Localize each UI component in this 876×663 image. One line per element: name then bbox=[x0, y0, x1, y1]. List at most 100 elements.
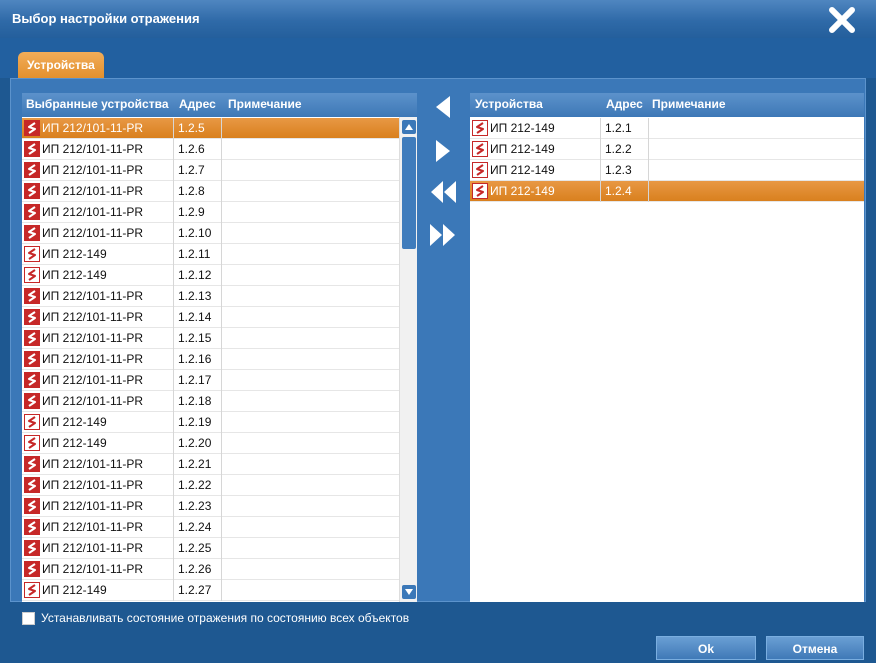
ok-button[interactable]: Ok bbox=[656, 636, 756, 660]
table-row[interactable]: ИП 212/101-11-PR 1.2.26 bbox=[22, 559, 417, 580]
move-left-icon[interactable] bbox=[428, 92, 458, 122]
table-row[interactable]: ИП 212/101-11-PR 1.2.17 bbox=[22, 370, 417, 391]
table-row[interactable]: ИП 212/101-11-PR 1.2.6 bbox=[22, 139, 417, 160]
device-address: 1.2.27 bbox=[173, 580, 221, 601]
device-name: ИП 212-149 bbox=[42, 583, 107, 597]
device-red-icon bbox=[24, 498, 40, 514]
table-row[interactable]: ИП 212-149 1.2.12 bbox=[22, 265, 417, 286]
device-name-cell: ИП 212-149 bbox=[22, 433, 173, 454]
table-row[interactable]: ИП 212-149 1.2.2 bbox=[470, 139, 864, 160]
table-row[interactable]: ИП 212/101-11-PR 1.2.25 bbox=[22, 538, 417, 559]
move-all-right-icon[interactable] bbox=[428, 220, 458, 250]
window-title: Выбор настройки отражения bbox=[12, 11, 200, 26]
device-name-cell: ИП 212/101-11-PR bbox=[22, 454, 173, 475]
device-red-icon bbox=[24, 372, 40, 388]
table-row[interactable]: ИП 212-149 1.2.19 bbox=[22, 412, 417, 433]
scroll-up-icon[interactable] bbox=[402, 120, 416, 134]
table-row[interactable]: ИП 212/101-11-PR 1.2.16 bbox=[22, 349, 417, 370]
cancel-button[interactable]: Отмена bbox=[766, 636, 864, 660]
device-note bbox=[221, 328, 417, 349]
device-name-cell: ИП 212/101-11-PR bbox=[22, 223, 173, 244]
device-note bbox=[221, 433, 417, 454]
table-row[interactable]: ИП 212/101-11-PR 1.2.8 bbox=[22, 181, 417, 202]
left-device-list[interactable]: ИП 212/101-11-PR 1.2.5 ИП 212/101-11-PR 1.2… bbox=[22, 117, 417, 602]
left-scrollbar[interactable] bbox=[399, 117, 417, 602]
device-address: 1.2.19 bbox=[173, 412, 221, 433]
device-address: 1.2.25 bbox=[173, 538, 221, 559]
device-name: ИП 212-149 bbox=[42, 415, 107, 429]
device-name-cell: ИП 212/101-11-PR bbox=[22, 160, 173, 181]
device-address: 1.2.6 bbox=[173, 139, 221, 160]
column-header-note[interactable]: Примечание bbox=[652, 93, 726, 116]
table-row[interactable]: ИП 212/101-11-PR 1.2.23 bbox=[22, 496, 417, 517]
device-red-icon bbox=[24, 183, 40, 199]
table-row[interactable]: ИП 212/101-11-PR 1.2.10 bbox=[22, 223, 417, 244]
column-header-devices[interactable]: Устройства bbox=[475, 93, 543, 116]
device-name-cell: ИП 212/101-11-PR bbox=[22, 391, 173, 412]
column-header-address[interactable]: Адрес bbox=[606, 93, 643, 116]
scroll-down-icon[interactable] bbox=[402, 585, 416, 599]
table-row[interactable]: ИП 212/101-11-PR 1.2.22 bbox=[22, 475, 417, 496]
table-row[interactable]: ИП 212/101-11-PR 1.2.5 bbox=[22, 118, 417, 139]
device-red-icon bbox=[24, 351, 40, 367]
device-note bbox=[221, 538, 417, 559]
table-row[interactable]: ИП 212/101-11-PR 1.2.15 bbox=[22, 328, 417, 349]
device-red-icon bbox=[24, 162, 40, 178]
move-right-icon[interactable] bbox=[428, 136, 458, 166]
table-row[interactable]: ИП 212/101-11-PR 1.2.24 bbox=[22, 517, 417, 538]
close-icon[interactable] bbox=[827, 6, 857, 34]
device-name: ИП 212/101-11-PR bbox=[42, 289, 144, 303]
right-table-header: Устройства Адрес Примечание bbox=[470, 93, 864, 116]
device-red-icon bbox=[24, 141, 40, 157]
device-note bbox=[221, 580, 417, 601]
move-all-left-icon[interactable] bbox=[428, 177, 458, 207]
device-note bbox=[648, 160, 864, 181]
column-header-note[interactable]: Примечание bbox=[228, 93, 302, 116]
column-header-selected-devices[interactable]: Выбранные устройства bbox=[26, 93, 169, 116]
device-note bbox=[221, 181, 417, 202]
device-address: 1.2.7 bbox=[173, 160, 221, 181]
device-address: 1.2.20 bbox=[173, 433, 221, 454]
table-row[interactable]: ИП 212/101-11-PR 1.2.13 bbox=[22, 286, 417, 307]
table-row[interactable]: ИП 212-149 1.2.3 bbox=[470, 160, 864, 181]
device-name: ИП 212/101-11-PR bbox=[42, 142, 144, 156]
device-name: ИП 212/101-11-PR bbox=[42, 541, 144, 555]
device-red-icon bbox=[24, 540, 40, 556]
device-address: 1.2.1 bbox=[600, 118, 648, 139]
table-row[interactable]: ИП 212-149 1.2.20 bbox=[22, 433, 417, 454]
device-outline-icon bbox=[24, 435, 40, 451]
device-name-cell: ИП 212/101-11-PR bbox=[22, 496, 173, 517]
device-note bbox=[221, 160, 417, 181]
device-outline-icon bbox=[472, 162, 488, 178]
device-address: 1.2.4 bbox=[600, 181, 648, 202]
scroll-thumb[interactable] bbox=[402, 137, 416, 249]
column-header-address[interactable]: Адрес bbox=[179, 93, 216, 116]
table-row[interactable]: ИП 212-149 1.2.4 bbox=[470, 181, 864, 202]
device-red-icon bbox=[24, 561, 40, 577]
right-device-list[interactable]: ИП 212-149 1.2.1 ИП 212-149 1.2.2 ИП 212-149… bbox=[470, 117, 864, 602]
device-address: 1.2.11 bbox=[173, 244, 221, 265]
device-address: 1.2.12 bbox=[173, 265, 221, 286]
device-name-cell: ИП 212/101-11-PR bbox=[22, 181, 173, 202]
table-row[interactable]: ИП 212/101-11-PR 1.2.7 bbox=[22, 160, 417, 181]
table-row[interactable]: ИП 212/101-11-PR 1.2.14 bbox=[22, 307, 417, 328]
device-red-icon bbox=[24, 225, 40, 241]
tab-devices[interactable]: Устройства bbox=[18, 52, 104, 79]
device-name: ИП 212/101-11-PR bbox=[42, 352, 144, 366]
table-row[interactable]: ИП 212/101-11-PR 1.2.21 bbox=[22, 454, 417, 475]
device-name-cell: ИП 212-149 bbox=[22, 580, 173, 601]
table-row[interactable]: ИП 212-149 1.2.1 bbox=[470, 118, 864, 139]
device-address: 1.2.2 bbox=[600, 139, 648, 160]
table-row[interactable]: ИП 212/101-11-PR 1.2.18 bbox=[22, 391, 417, 412]
device-note bbox=[221, 517, 417, 538]
table-row[interactable]: ИП 212/101-11-PR 1.2.9 bbox=[22, 202, 417, 223]
device-name-cell: ИП 212/101-11-PR bbox=[22, 118, 173, 139]
table-row[interactable]: ИП 212-149 1.2.11 bbox=[22, 244, 417, 265]
device-outline-icon bbox=[472, 183, 488, 199]
title-bar: Выбор настройки отражения bbox=[0, 0, 876, 38]
device-name: ИП 212/101-11-PR bbox=[42, 184, 144, 198]
mirror-state-checkbox[interactable] bbox=[22, 612, 35, 625]
device-address: 1.2.16 bbox=[173, 349, 221, 370]
device-outline-icon bbox=[24, 582, 40, 598]
table-row[interactable]: ИП 212-149 1.2.27 bbox=[22, 580, 417, 601]
